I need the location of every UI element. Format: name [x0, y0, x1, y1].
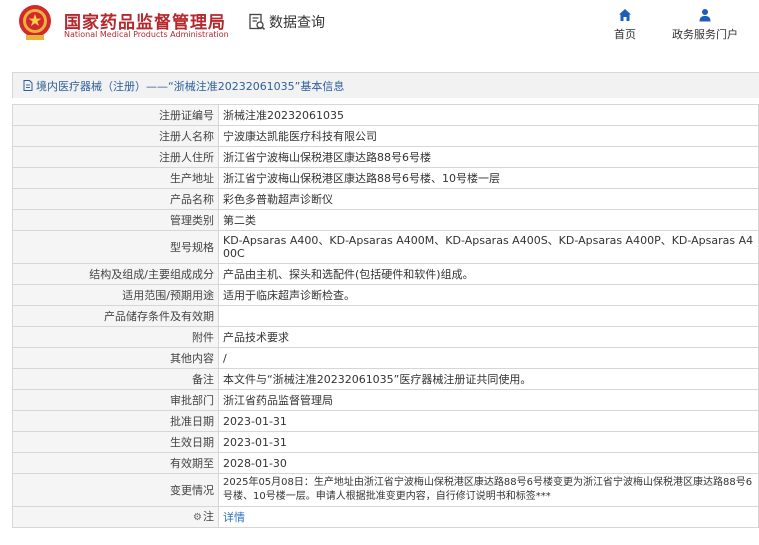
row-value: 浙江省宁波梅山保税港区康达路88号6号楼	[218, 146, 759, 168]
record-title: 境内医疗器械（注册）——“浙械注准20232061035”基本信息	[36, 79, 345, 93]
gear-icon: ⚙	[193, 512, 202, 523]
nav-home-label: 首页	[614, 28, 636, 41]
row-label: 注册人住所	[12, 146, 219, 168]
row-label: 结构及组成/主要组成成分	[12, 263, 219, 285]
row-value: 彩色多普勒超声诊断仪	[218, 188, 759, 210]
row-value: 2025年05月08日：生产地址由浙江省宁波梅山保税港区康达路88号6号楼变更为…	[218, 473, 759, 507]
row-label: 注册证编号	[12, 104, 219, 126]
info-row: 变更情况 2025年05月08日：生产地址由浙江省宁波梅山保税港区康达路88号6号…	[12, 473, 759, 507]
data-query-link[interactable]: 数据查询	[248, 12, 325, 32]
row-value: 适用于临床超声诊断检查。	[218, 284, 759, 306]
info-row: 注册人名称 宁波康达凯能医疗科技有限公司	[12, 125, 759, 147]
home-icon	[619, 9, 631, 21]
row-label: 生效日期	[12, 431, 219, 453]
row-label: 管理类别	[12, 209, 219, 231]
row-value: 浙械注准20232061035	[218, 104, 759, 126]
row-label: 适用范围/预期用途	[12, 284, 219, 306]
info-row: 结构及组成/主要组成成分 产品由主机、探头和选配件(包括硬件和软件)组成。	[12, 263, 759, 285]
info-row: 附件 产品技术要求	[12, 326, 759, 348]
info-row: 有效期至 2028-01-30	[12, 452, 759, 474]
note-label-cell: ⚙注	[12, 506, 219, 528]
info-row: 生效日期 2023-01-31	[12, 431, 759, 453]
row-label: 附件	[12, 326, 219, 348]
row-label: 注册人名称	[12, 125, 219, 147]
national-emblem-icon	[19, 5, 51, 40]
document-icon	[23, 80, 33, 91]
info-row: 其他内容 /	[12, 347, 759, 369]
note-label: 注	[203, 510, 214, 523]
row-value: 2023-01-31	[218, 431, 759, 453]
info-row: 注册证编号 浙械注准20232061035	[12, 104, 759, 126]
nav-service-portal-label: 政务服务门户	[672, 28, 738, 41]
user-icon	[699, 9, 711, 22]
row-label: 有效期至	[12, 452, 219, 474]
info-row: 型号规格 KD-Apsaras A400、KD-Apsaras A400M、KD-…	[12, 230, 759, 264]
record-title-bar: 境内医疗器械（注册）——“浙械注准20232061035”基本信息	[12, 72, 759, 98]
info-row: 管理类别 第二类	[12, 209, 759, 231]
site-name-en: National Medical Products Administration	[64, 30, 229, 39]
row-value: 第二类	[218, 209, 759, 231]
row-label: 变更情况	[12, 473, 219, 507]
info-row: 备注 本文件与“浙械注准20232061035”医疗器械注册证共同使用。	[12, 368, 759, 390]
row-label: 生产地址	[12, 167, 219, 189]
row-value: 2028-01-30	[218, 452, 759, 474]
row-value: 浙江省宁波梅山保税港区康达路88号6号楼、10号楼一层	[218, 167, 759, 189]
info-row: 注册人住所 浙江省宁波梅山保税港区康达路88号6号楼	[12, 146, 759, 168]
registration-info-table: 注册证编号 浙械注准20232061035 注册人名称 宁波康达凯能医疗科技有限公司…	[12, 104, 759, 528]
row-label: 产品储存条件及有效期	[12, 305, 219, 327]
note-row: ⚙注 详情	[12, 506, 759, 528]
data-query-icon	[249, 13, 266, 31]
data-query-label: 数据查询	[269, 15, 325, 31]
row-label: 备注	[12, 368, 219, 390]
row-value: KD-Apsaras A400、KD-Apsaras A400M、KD-Apsa…	[218, 230, 759, 264]
row-label: 审批部门	[12, 389, 219, 411]
row-value: 产品由主机、探头和选配件(包括硬件和软件)组成。	[218, 263, 759, 285]
info-row: 审批部门 浙江省药品监督管理局	[12, 389, 759, 411]
row-label: 型号规格	[12, 230, 219, 264]
site-header: 国家药品监督管理局 National Medical Products Admi…	[0, 0, 759, 56]
row-value: 本文件与“浙械注准20232061035”医疗器械注册证共同使用。	[218, 368, 759, 390]
row-value: 宁波康达凯能医疗科技有限公司	[218, 125, 759, 147]
row-value	[218, 305, 759, 327]
info-row: 产品储存条件及有效期	[12, 305, 759, 327]
info-row: 批准日期 2023-01-31	[12, 410, 759, 432]
info-row: 适用范围/预期用途 适用于临床超声诊断检查。	[12, 284, 759, 306]
row-value: 浙江省药品监督管理局	[218, 389, 759, 411]
info-row: 产品名称 彩色多普勒超声诊断仪	[12, 188, 759, 210]
row-label: 批准日期	[12, 410, 219, 432]
row-value: /	[218, 347, 759, 369]
nav-service-portal[interactable]: 政务服务门户	[662, 8, 748, 42]
nav-home[interactable]: 首页	[604, 8, 646, 42]
row-value: 产品技术要求	[218, 326, 759, 348]
details-link[interactable]: 详情	[223, 511, 245, 524]
info-row: 生产地址 浙江省宁波梅山保税港区康达路88号6号楼、10号楼一层	[12, 167, 759, 189]
row-label: 产品名称	[12, 188, 219, 210]
row-label: 其他内容	[12, 347, 219, 369]
row-value: 2023-01-31	[218, 410, 759, 432]
note-value-cell: 详情	[218, 506, 759, 528]
